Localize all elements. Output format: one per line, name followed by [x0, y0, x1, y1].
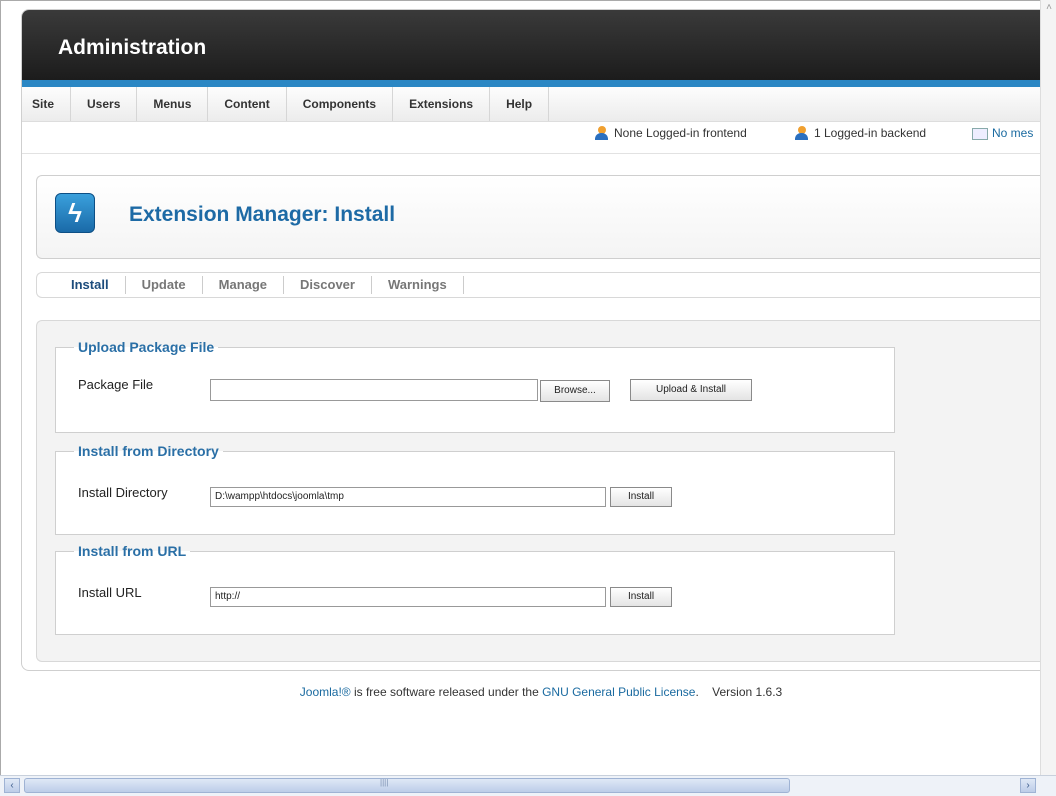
- menu-help[interactable]: Help: [490, 87, 550, 121]
- menu-users[interactable]: Users: [71, 87, 138, 121]
- upload-package-panel: Upload Package File Package File Browse.…: [55, 339, 895, 433]
- gpl-link[interactable]: GNU General Public License: [542, 685, 695, 699]
- directory-legend: Install from Directory: [78, 443, 219, 459]
- menu-components[interactable]: Components: [287, 87, 394, 121]
- install-content: Upload Package File Package File Browse.…: [36, 320, 1040, 662]
- admin-header: Administration: [22, 10, 1040, 87]
- backend-status: 1 Logged-in backend: [794, 126, 926, 140]
- status-bar: None Logged-in frontend 1 Logged-in back…: [22, 122, 1040, 154]
- message-icon: [972, 126, 988, 140]
- tab-install[interactable]: Install: [55, 276, 126, 294]
- install-directory-input[interactable]: D:\wampp\htdocs\joomla\tmp: [210, 487, 606, 507]
- install-url-button[interactable]: Install: [610, 587, 672, 607]
- install-url-input[interactable]: http://: [210, 587, 606, 607]
- extension-manager-bolt-icon: ϟ: [55, 193, 95, 233]
- package-file-label: Package File: [78, 377, 154, 392]
- main-menu: Site Users Menus Content Components Exte…: [22, 87, 1040, 122]
- directory-row: Install Directory: [78, 485, 168, 500]
- horizontal-scrollbar[interactable]: ‹ |||| ›: [0, 775, 1056, 796]
- page-title-box: ϟ Extension Manager: Install: [36, 175, 1040, 259]
- upload-legend: Upload Package File: [78, 339, 215, 355]
- install-directory-label: Install Directory: [78, 485, 168, 500]
- footer-version: . Version 1.6.3: [695, 685, 783, 699]
- install-directory-button[interactable]: Install: [610, 487, 672, 507]
- package-file-input[interactable]: [210, 379, 538, 401]
- menu-content[interactable]: Content: [208, 87, 287, 121]
- submenu-tabs: Install Update Manage Discover Warnings: [36, 272, 1040, 298]
- scroll-up-arrow-icon[interactable]: ˄: [1041, 0, 1056, 16]
- menu-site[interactable]: Site: [22, 87, 72, 121]
- browser-viewport: Administration Site Users Menus Content …: [0, 0, 1040, 775]
- user-backend-icon: [794, 126, 810, 140]
- install-directory-panel: Install from Directory Install Directory…: [55, 443, 895, 535]
- tab-update[interactable]: Update: [126, 276, 203, 294]
- tab-discover[interactable]: Discover: [284, 276, 372, 294]
- footer-text-1: is free software released under the: [350, 685, 543, 699]
- browse-button[interactable]: Browse...: [540, 380, 610, 402]
- vertical-scrollbar[interactable]: ˄: [1040, 0, 1056, 775]
- upload-install-button[interactable]: Upload & Install: [630, 379, 752, 401]
- page-title: Extension Manager: Install: [129, 203, 396, 226]
- frontend-status-text: None Logged-in frontend: [614, 126, 747, 140]
- tab-manage[interactable]: Manage: [203, 276, 285, 294]
- url-legend: Install from URL: [78, 543, 187, 559]
- upload-row: Package File: [78, 377, 153, 392]
- admin-frame: Administration Site Users Menus Content …: [21, 9, 1040, 671]
- joomla-link[interactable]: Joomla!®: [300, 685, 351, 699]
- menu-menus[interactable]: Menus: [137, 87, 209, 121]
- install-url-panel: Install from URL Install URL http:// Ins…: [55, 543, 895, 635]
- url-row: Install URL: [78, 585, 142, 600]
- messages-status[interactable]: No mes: [972, 126, 1033, 140]
- horizontal-scroll-thumb[interactable]: [24, 778, 790, 793]
- menu-extensions[interactable]: Extensions: [393, 87, 491, 121]
- frontend-status: None Logged-in frontend: [594, 126, 747, 140]
- user-frontend-icon: [594, 126, 610, 140]
- backend-status-text: 1 Logged-in backend: [814, 126, 927, 140]
- footer: Joomla!® is free software released under…: [1, 685, 1040, 699]
- install-url-label: Install URL: [78, 585, 142, 600]
- messages-link[interactable]: No mes: [992, 126, 1033, 140]
- tab-warnings[interactable]: Warnings: [372, 276, 464, 294]
- header-title: Administration: [58, 36, 207, 59]
- scroll-grip-icon: ||||: [380, 778, 389, 787]
- scroll-left-arrow-icon[interactable]: ‹: [4, 778, 20, 793]
- scroll-right-arrow-icon[interactable]: ›: [1020, 778, 1036, 793]
